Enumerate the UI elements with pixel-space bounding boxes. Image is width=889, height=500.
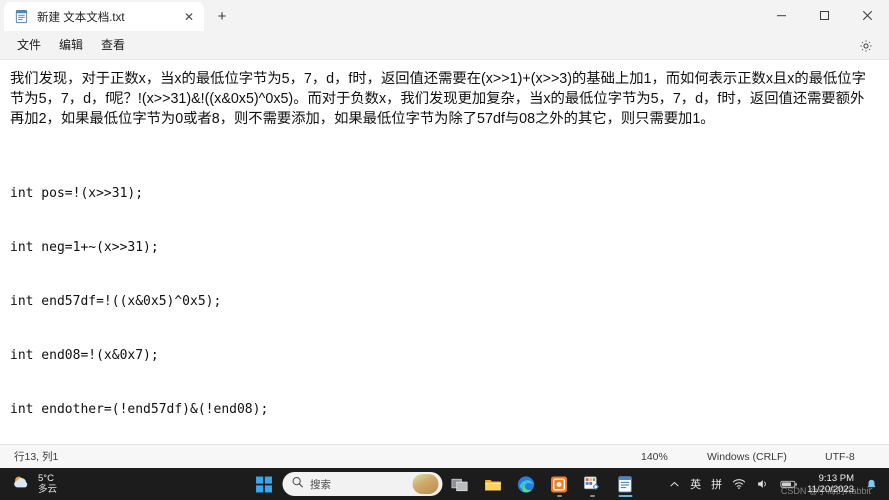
clock-date: 11/20/2023 <box>807 484 854 495</box>
taskbar-app-file-explorer[interactable] <box>478 470 508 498</box>
weather-temperature: 5°C <box>38 473 54 484</box>
windows-taskbar: 5°C 多云 搜索 英 拼 9:13 PM 11/20/2023 CSDN @小… <box>0 468 889 500</box>
search-highlight-thumbnail <box>412 474 438 494</box>
paragraph-text: 我们发现，对于正数x，当x的最低位字节为5，7，d，f时，返回值还需要在(x>>… <box>10 71 866 127</box>
taskbar-search[interactable]: 搜索 <box>282 472 442 496</box>
weather-condition: 多云 <box>38 484 58 495</box>
text-editor-area[interactable]: 我们发现，对于正数x，当x的最低位字节为5，7，d，f时，返回值还需要在(x>>… <box>0 60 889 444</box>
tab-active-document[interactable]: 新建 文本文档.txt ✕ <box>4 2 204 31</box>
battery-icon[interactable] <box>775 468 803 500</box>
minimize-button[interactable] <box>760 0 803 31</box>
menu-item-view[interactable]: 查看 <box>92 35 134 55</box>
windows-start-icon[interactable] <box>249 470 279 498</box>
title-bar: 新建 文本文档.txt ✕ + <box>0 0 889 31</box>
code-block-first: int pos=!(x>>31); int neg=1+~(x>>31); in… <box>10 149 877 444</box>
weather-widget[interactable]: 5°C 多云 <box>0 473 57 495</box>
new-tab-button[interactable]: + <box>208 2 236 30</box>
line-ending-selector[interactable]: Windows (CRLF) <box>693 445 811 469</box>
taskbar-app-orange-app[interactable] <box>544 470 574 498</box>
speaker-icon[interactable] <box>751 468 775 500</box>
taskbar-center: 搜索 <box>249 468 640 500</box>
ime-language-indicator[interactable]: 英 <box>685 468 706 500</box>
taskbar-app-notepad[interactable] <box>610 470 640 498</box>
code-line: int end57df=!((x&0x5)^0x5); <box>10 294 222 309</box>
wifi-icon[interactable] <box>727 468 751 500</box>
code-line: int pos=!(x>>31); <box>10 186 144 201</box>
tab-close-icon[interactable]: ✕ <box>180 8 198 26</box>
code-line: int end08=!(x&0x7); <box>10 348 159 363</box>
status-bar: 行13, 列1 140% Windows (CRLF) UTF-8 <box>0 444 889 468</box>
bell-icon[interactable] <box>860 468 883 500</box>
cursor-position-label: 行13, 列1 <box>14 451 59 463</box>
ime-mode-indicator[interactable]: 拼 <box>706 468 727 500</box>
taskbar-app-microsoft-edge[interactable] <box>511 470 541 498</box>
menu-item-edit[interactable]: 编辑 <box>50 35 92 55</box>
notepad-window: 新建 文本文档.txt ✕ + 文件 编辑 查看 我们发现，对于正数x，当x的最… <box>0 0 889 500</box>
clock-time: 9:13 PM <box>818 473 854 484</box>
taskbar-app-task-view[interactable] <box>445 470 475 498</box>
window-controls <box>760 0 889 31</box>
close-button[interactable] <box>846 0 889 31</box>
encoding-selector[interactable]: UTF-8 <box>811 445 889 469</box>
gear-icon[interactable] <box>855 35 877 57</box>
code-line: int neg=1+~(x>>31); <box>10 240 159 255</box>
menu-bar: 文件 编辑 查看 <box>0 31 889 60</box>
tab-strip: 新建 文本文档.txt ✕ + <box>0 0 236 31</box>
weather-text: 5°C 多云 <box>38 473 57 495</box>
menu-item-file[interactable]: 文件 <box>8 35 50 55</box>
status-bar-right: 140% Windows (CRLF) UTF-8 <box>627 445 889 469</box>
zoom-level[interactable]: 140% <box>627 445 693 469</box>
taskbar-app-blue-tool-app[interactable] <box>577 470 607 498</box>
clock-widget[interactable]: 9:13 PM 11/20/2023 <box>803 473 860 495</box>
code-line: int endother=(!end57df)&(!end08); <box>10 402 269 417</box>
maximize-button[interactable] <box>803 0 846 31</box>
search-placeholder: 搜索 <box>310 478 331 491</box>
chevron-up-icon[interactable] <box>664 468 685 500</box>
cloudy-sun-icon <box>10 473 32 495</box>
search-icon <box>291 475 303 493</box>
system-tray: 英 拼 9:13 PM 11/20/2023 <box>664 468 889 500</box>
tab-title: 新建 文本文档.txt <box>37 11 125 24</box>
notepad-icon <box>14 9 29 24</box>
